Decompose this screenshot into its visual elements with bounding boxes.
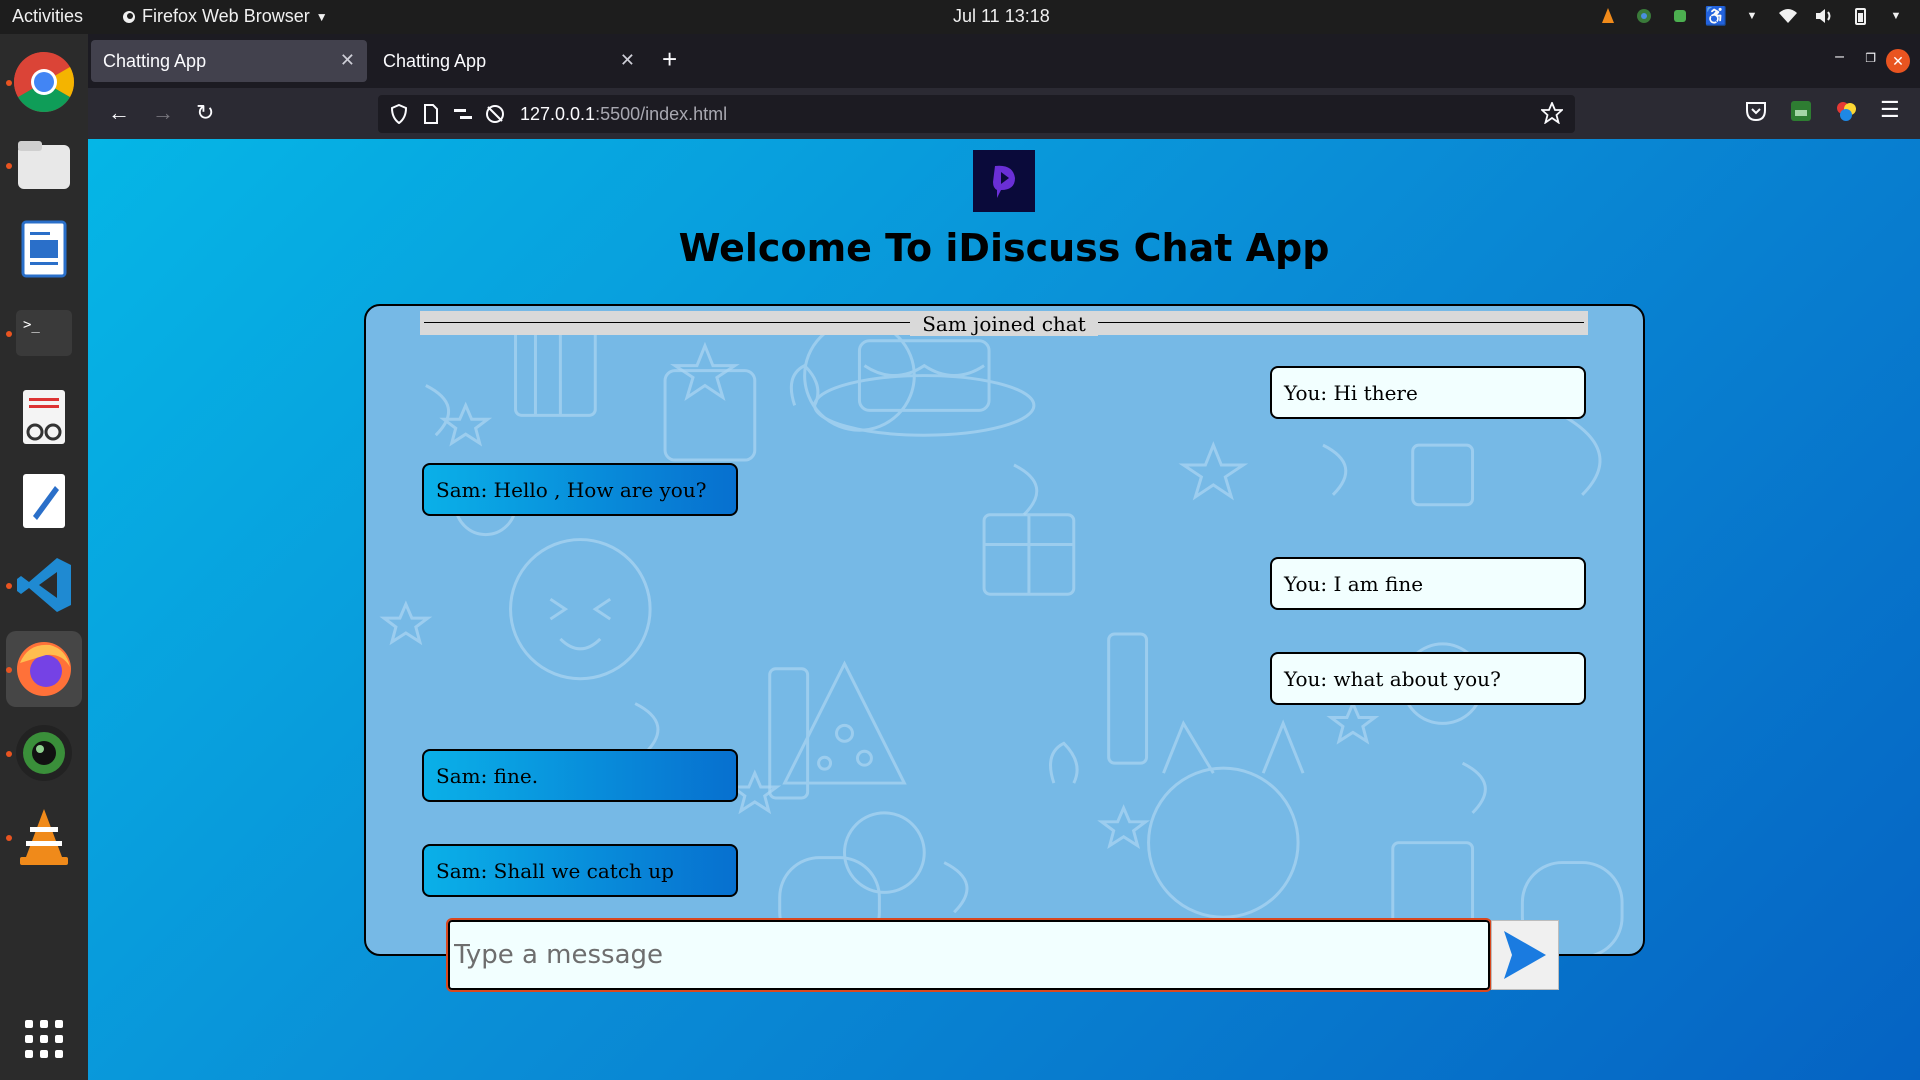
text-editor-icon	[23, 474, 65, 528]
firefox-icon	[17, 642, 71, 696]
reload-button[interactable]: ↻	[196, 100, 214, 126]
dock-files[interactable]	[6, 127, 82, 203]
vlc-tray-icon[interactable]	[1598, 5, 1618, 27]
dock-text-editor[interactable]	[6, 463, 82, 539]
tab-title: Chatting App	[103, 50, 207, 71]
dock-vlc[interactable]	[6, 799, 82, 875]
files-icon	[18, 141, 70, 189]
dock-vscode[interactable]	[6, 547, 82, 623]
chevron-down-icon: ▼	[315, 9, 328, 24]
send-arrow-icon	[1504, 931, 1546, 979]
hamburger-menu-icon[interactable]: ☰	[1880, 97, 1900, 123]
url-host: 127.0.0.1	[520, 103, 596, 124]
chat-logo-icon	[993, 165, 1015, 198]
page-icon[interactable]	[420, 103, 442, 125]
extension-icon[interactable]	[1790, 100, 1812, 127]
app-logo	[973, 150, 1035, 212]
camera-icon	[16, 725, 72, 781]
message-bubble-own: You: I am fine	[1270, 557, 1586, 610]
accessibility-icon[interactable]: ♿	[1705, 5, 1727, 27]
document-viewer-icon	[23, 390, 65, 444]
pocket-icon[interactable]	[1745, 100, 1767, 127]
dock-show-apps[interactable]	[6, 1001, 82, 1077]
writer-icon	[21, 220, 67, 278]
message-bubble-own: You: Hi there	[1270, 366, 1586, 419]
running-indicator	[6, 751, 12, 757]
app-menu-label: Firefox Web Browser	[142, 6, 310, 26]
dock-writer[interactable]	[6, 211, 82, 287]
minimize-button[interactable]: –	[1835, 48, 1844, 66]
wifi-icon[interactable]	[1778, 5, 1798, 27]
tab-title: Chatting App	[383, 50, 487, 71]
chrome-icon	[13, 51, 75, 113]
svg-text:>_: >_	[23, 317, 40, 333]
vlc-icon	[20, 809, 68, 865]
url-path: :5500/index.html	[595, 103, 728, 124]
web-page: Welcome To iDiscuss Chat App Sam joined …	[88, 139, 1920, 1080]
battery-icon[interactable]	[1850, 5, 1870, 27]
tracking-blocked-icon[interactable]	[484, 103, 506, 125]
dock-chrome[interactable]	[6, 44, 82, 120]
join-notice-text: Sam joined chat	[910, 312, 1098, 336]
running-indicator	[6, 583, 12, 589]
app-menu[interactable]: Firefox Web Browser ▼	[122, 6, 328, 27]
tab-chatting-app-1[interactable]: Chatting App ✕	[91, 40, 367, 82]
tab-chatting-app-2[interactable]: Chatting App ✕	[371, 40, 647, 82]
running-indicator	[6, 80, 12, 86]
shield-icon[interactable]	[388, 103, 410, 125]
volume-icon[interactable]	[1814, 5, 1834, 27]
chevron-down-icon[interactable]: ▼	[1742, 5, 1762, 27]
running-indicator	[6, 667, 12, 673]
page-title: Welcome To iDiscuss Chat App	[678, 226, 1330, 270]
dock-camera[interactable]	[6, 715, 82, 791]
clock[interactable]: Jul 11 13:18	[953, 6, 1050, 27]
message-bubble-other: Sam: Shall we catch up	[422, 844, 738, 897]
permissions-icon[interactable]	[452, 103, 474, 125]
dock: >_	[0, 34, 88, 1080]
message-bubble-other: Sam: fine.	[422, 749, 738, 802]
close-icon[interactable]: ✕	[340, 50, 355, 71]
dock-firefox[interactable]	[6, 631, 82, 707]
close-icon[interactable]: ✕	[620, 50, 635, 71]
window-close-button[interactable]: ✕	[1886, 49, 1910, 73]
navigation-bar: ← → ↻ 127.0.0.1:5500/index.html ☰	[88, 88, 1920, 139]
message-bubble-own: You: what about you?	[1270, 652, 1586, 705]
dock-document-viewer[interactable]	[6, 379, 82, 455]
join-notice: Sam joined chat	[420, 311, 1588, 336]
update-tray-icon[interactable]	[1670, 5, 1690, 27]
activities-button[interactable]: Activities	[12, 6, 83, 27]
color-extension-icon[interactable]	[1835, 100, 1857, 127]
forward-button[interactable]: →	[152, 100, 174, 126]
running-indicator	[6, 163, 12, 169]
url-text[interactable]: 127.0.0.1:5500/index.html	[520, 104, 727, 125]
dock-terminal[interactable]: >_	[6, 295, 82, 371]
app-grid-icon	[25, 1020, 63, 1058]
tab-bar: Chatting App ✕ Chatting App ✕ + – ❐ ✕	[88, 34, 1920, 88]
running-indicator	[6, 331, 12, 337]
system-top-bar: Activities Firefox Web Browser ▼ Jul 11 …	[0, 0, 1920, 34]
message-input[interactable]	[446, 918, 1492, 992]
bookmark-star-icon[interactable]	[1539, 100, 1565, 129]
chrome-tray-icon[interactable]	[1634, 5, 1654, 27]
back-button[interactable]: ←	[108, 100, 130, 126]
chevron-down-icon[interactable]: ▼	[1886, 5, 1906, 27]
chat-container[interactable]: Sam joined chat You: Hi there Sam: Hello…	[364, 304, 1645, 956]
url-bar[interactable]: 127.0.0.1:5500/index.html	[378, 95, 1575, 133]
message-bubble-other: Sam: Hello , How are you?	[422, 463, 738, 516]
vscode-icon	[17, 558, 71, 612]
system-tray[interactable]: ♿ ▼ ▼	[1598, 5, 1906, 27]
firefox-small-icon	[123, 10, 135, 23]
running-indicator	[6, 835, 12, 841]
restore-button[interactable]: ❐	[1865, 51, 1876, 65]
new-tab-button[interactable]: +	[662, 44, 677, 75]
terminal-icon: >_	[16, 310, 72, 356]
send-button[interactable]	[1491, 920, 1559, 990]
